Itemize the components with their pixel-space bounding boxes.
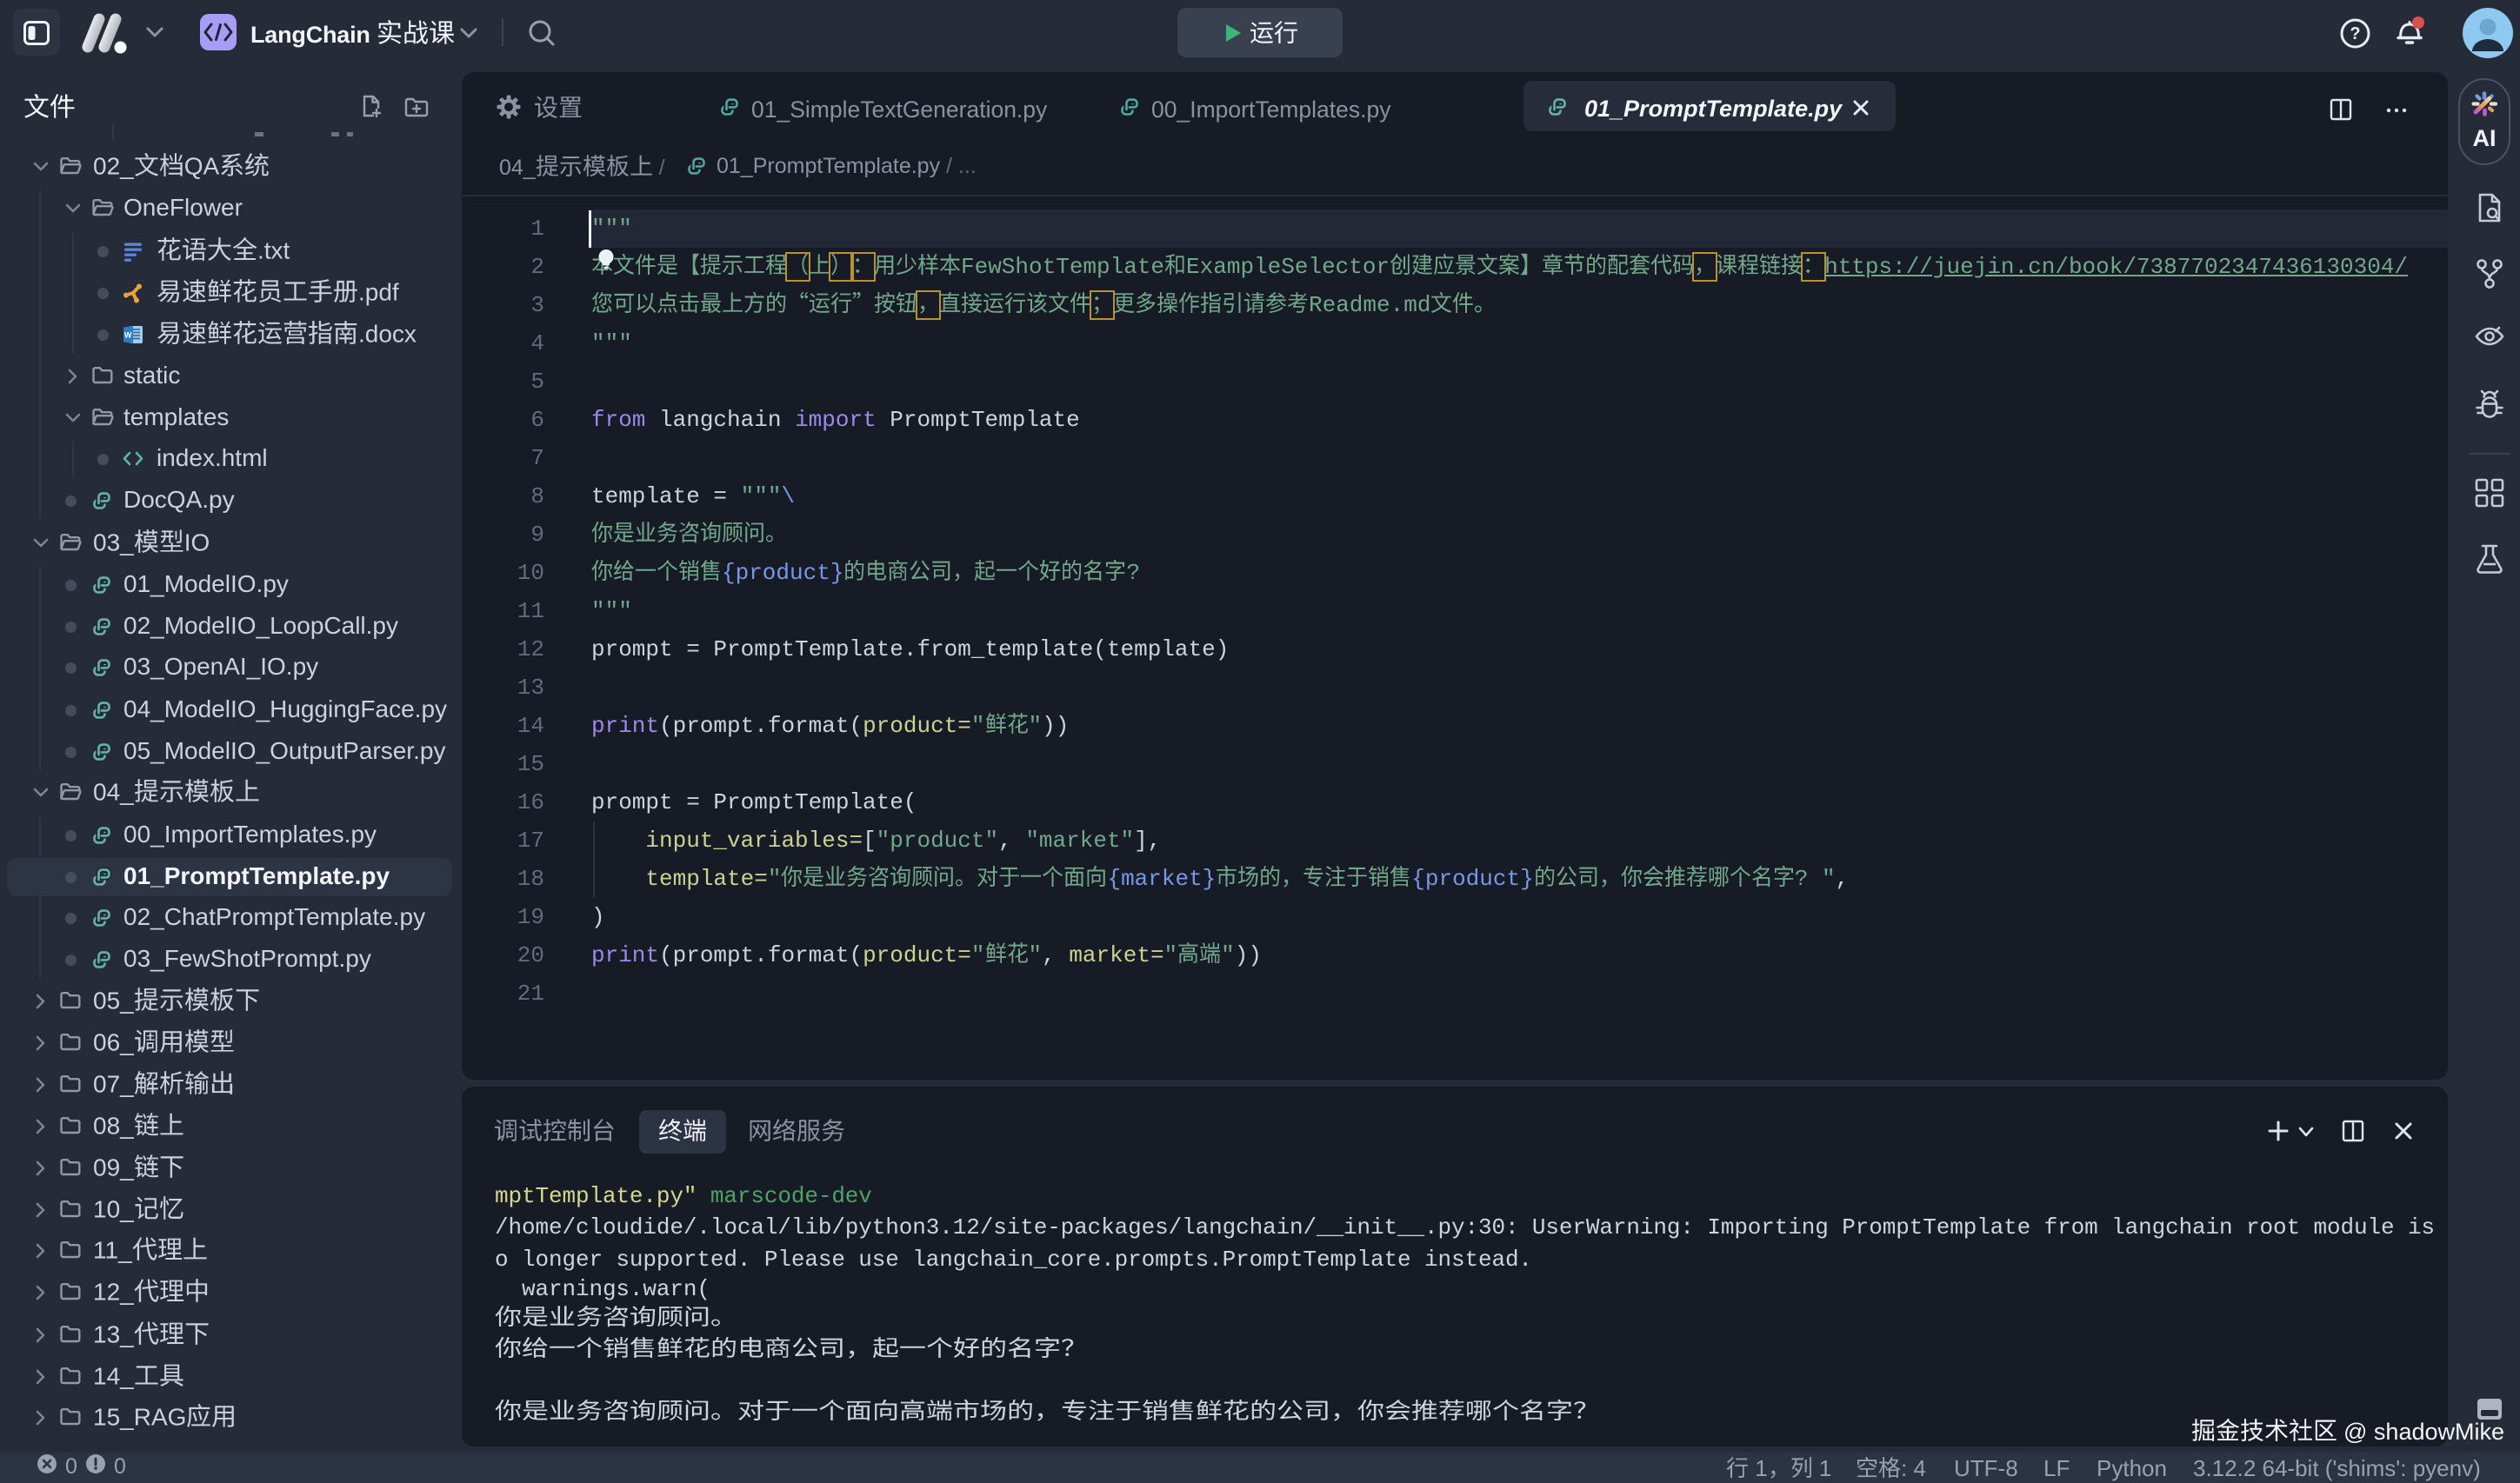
svg-text:?: ? — [2350, 24, 2360, 43]
svg-text:W: W — [124, 331, 132, 340]
